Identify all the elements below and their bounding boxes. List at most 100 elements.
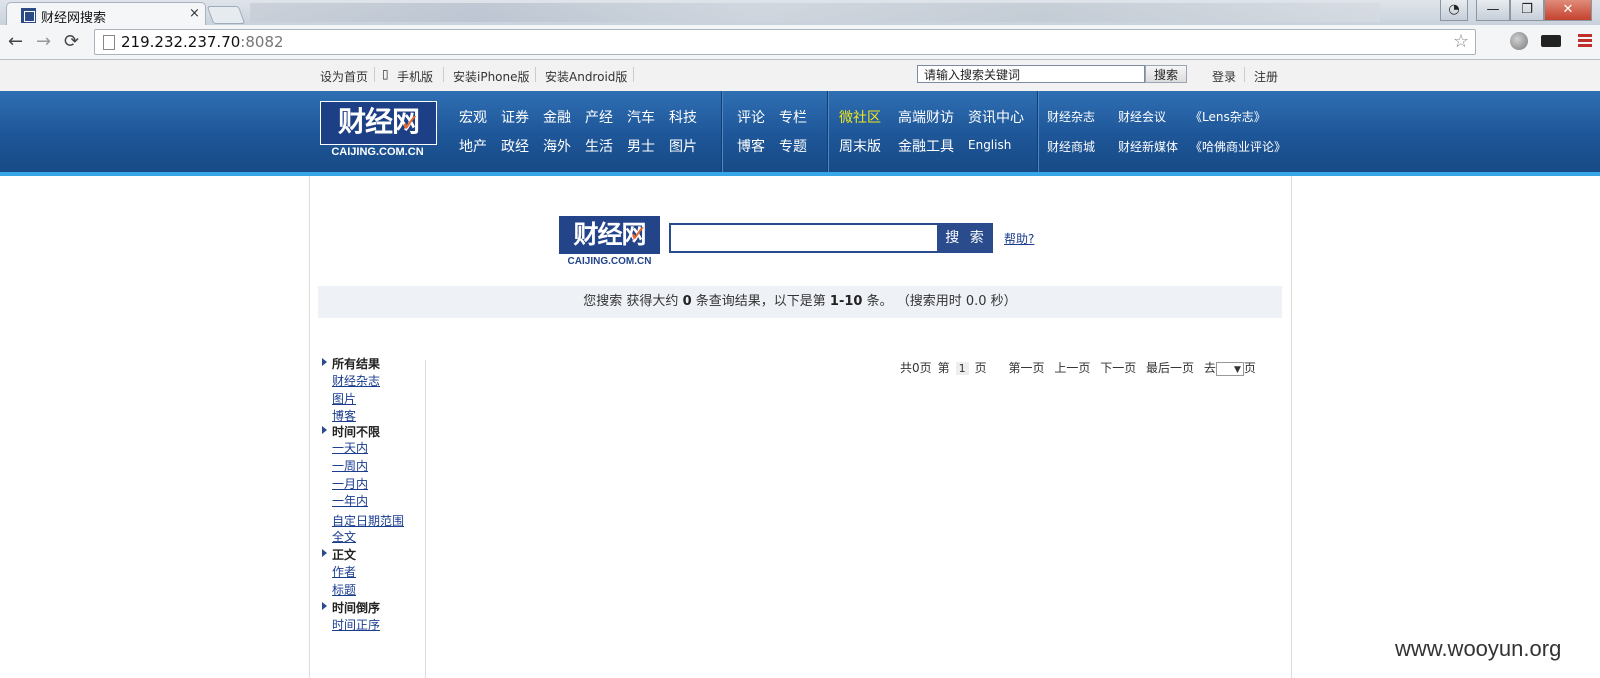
pager-total: 共0页 — [900, 361, 932, 375]
address-bar[interactable]: 219.232.237.70:8082 ☆ — [94, 29, 1476, 55]
nav-link[interactable]: 高端财访 — [898, 107, 954, 127]
help-link[interactable]: 帮助? — [1004, 230, 1034, 247]
watermark: www.wooyun.org — [1395, 636, 1562, 661]
filter-custom-range[interactable]: 自定日期范围 — [332, 512, 404, 529]
site-favicon-icon — [21, 8, 36, 23]
forward-icon[interactable]: → — [36, 31, 51, 52]
tab-active[interactable]: 财经网搜索 × — [6, 2, 206, 26]
back-icon[interactable]: ← — [8, 31, 23, 52]
minimize-button[interactable]: — — [1476, 0, 1510, 21]
nav-link[interactable]: 财经会议 — [1118, 108, 1166, 125]
filter-day[interactable]: 一天内 — [332, 439, 368, 456]
maximize-button[interactable]: ❐ — [1510, 0, 1544, 21]
mobile-version-link[interactable]: 手机版 — [397, 68, 433, 85]
nav-link[interactable]: 图片 — [669, 136, 697, 156]
filter-title[interactable]: 标题 — [332, 581, 356, 598]
nav-link[interactable]: 《Lens杂志》 — [1190, 108, 1266, 125]
filter-week[interactable]: 一周内 — [332, 457, 368, 474]
search-logo-subtitle: CAIJING.COM.CN — [567, 256, 652, 267]
header-search-input[interactable]: 请输入搜索关键词 — [917, 65, 1145, 83]
close-window-button[interactable]: ✕ — [1544, 0, 1592, 21]
new-tab-button[interactable] — [206, 6, 246, 24]
filter-month[interactable]: 一月内 — [332, 475, 368, 492]
search-logo[interactable]: 财经网 ✓ CAIJING.COM.CN — [559, 216, 660, 268]
nav-link[interactable]: 地产 — [459, 136, 487, 156]
filter-sidebar: 所有结果 财经杂志 图片 博客 时间不限 一天内 一周内 一月内 一年内 自定日… — [321, 357, 426, 678]
nav-link[interactable]: 财经杂志 — [1047, 108, 1095, 125]
filter-time-any[interactable]: 时间不限 — [321, 423, 380, 440]
nav-link-community[interactable]: 微社区 — [839, 107, 881, 127]
nav-link[interactable]: 男士 — [627, 136, 655, 156]
search-logo-check-icon: ✓ — [629, 222, 648, 247]
pager-next[interactable]: 下一页 — [1100, 361, 1136, 375]
filter-all-results[interactable]: 所有结果 — [321, 355, 380, 372]
pager-prev[interactable]: 上一页 — [1054, 361, 1090, 375]
address-host: 219.232.237.70 — [121, 33, 241, 51]
filter-body[interactable]: 正文 — [321, 546, 356, 563]
main-search-button[interactable]: 搜 索 — [939, 223, 993, 253]
install-iphone-link[interactable]: 安装iPhone版 — [453, 68, 530, 85]
nav-link[interactable]: 博客 — [737, 136, 765, 156]
nav-link[interactable]: 专栏 — [779, 107, 807, 127]
nav-link[interactable]: 汽车 — [627, 107, 655, 127]
nav-link[interactable]: 宏观 — [459, 107, 487, 127]
nav-link[interactable]: 金融工具 — [898, 136, 954, 156]
nav-link[interactable]: 科技 — [669, 107, 697, 127]
register-link[interactable]: 注册 — [1254, 68, 1278, 85]
nav-link[interactable]: 产经 — [585, 107, 613, 127]
nav-link[interactable]: 生活 — [585, 136, 613, 156]
filter-pictures[interactable]: 图片 — [332, 390, 356, 407]
nav-link[interactable]: 评论 — [737, 107, 765, 127]
nav-link[interactable]: 周末版 — [839, 136, 881, 156]
result-range: 1-10 — [829, 294, 863, 309]
filter-author[interactable]: 作者 — [332, 563, 356, 580]
nav-link[interactable]: 《哈佛商业评论》 — [1190, 138, 1286, 155]
pager-last[interactable]: 最后一页 — [1146, 361, 1194, 375]
nav-link-english[interactable]: English — [968, 138, 1011, 152]
nav-link[interactable]: 海外 — [543, 136, 571, 156]
nav-link[interactable]: 政经 — [501, 136, 529, 156]
login-link[interactable]: 登录 — [1212, 68, 1236, 85]
filter-fulltext[interactable]: 全文 — [332, 528, 356, 545]
address-url: 219.232.237.70:8082 — [121, 33, 284, 51]
set-homepage-link[interactable]: 设为首页 — [320, 68, 368, 85]
reload-icon[interactable]: ⟳ — [64, 31, 79, 52]
tab-title: 财经网搜索 — [41, 11, 107, 26]
nav-link[interactable]: 资讯中心 — [968, 107, 1024, 127]
extension-globe-icon[interactable] — [1510, 32, 1528, 50]
nav-divider — [721, 91, 723, 172]
nav-link[interactable]: 金融 — [543, 107, 571, 127]
extension-incognito-icon[interactable] — [1541, 35, 1561, 47]
browser-toolbar: ← → ⟳ 219.232.237.70:8082 ☆ — [0, 25, 1600, 60]
browser-menu-icon[interactable] — [1578, 34, 1592, 49]
result-post: 条。 （搜索用时 0.0 秒） — [866, 294, 1017, 309]
result-pre: 您搜索 获得大约 — [583, 294, 679, 309]
result-count: 0 — [682, 294, 692, 309]
pager-current: 1 — [955, 362, 969, 375]
filter-blog[interactable]: 博客 — [332, 407, 356, 424]
pager-goto: 去 — [1203, 361, 1216, 375]
sort-time-asc[interactable]: 时间正序 — [332, 616, 380, 633]
main-search-input[interactable] — [669, 223, 939, 253]
result-summary: 您搜索 获得大约 0 条查询结果，以下是第 1-10 条。 （搜索用时 0.0 … — [318, 286, 1282, 318]
logo-subtitle: CAIJING.COM.CN — [331, 146, 424, 158]
caijing-logo[interactable]: 财经网 ✓ CAIJING.COM.CN — [320, 101, 437, 159]
bookmark-star-icon[interactable]: ☆ — [1453, 31, 1469, 52]
header-search-button[interactable]: 搜索 — [1145, 65, 1187, 83]
pager-first[interactable]: 第一页 — [1009, 361, 1045, 375]
nav-link[interactable]: 财经新媒体 — [1118, 138, 1178, 155]
tab-close-icon[interactable]: × — [189, 6, 200, 21]
user-profile-icon[interactable]: ◔ — [1440, 0, 1468, 21]
filter-year[interactable]: 一年内 — [332, 492, 368, 509]
page-select-dropdown[interactable]: ▼ — [1215, 361, 1244, 376]
filter-magazine[interactable]: 财经杂志 — [332, 372, 380, 389]
pagination: 共0页第 1 页 第一页 上一页 下一页 最后一页 去 ▼ 页 — [900, 359, 1262, 376]
nav-link[interactable]: 财经商城 — [1047, 138, 1095, 155]
nav-divider — [1037, 91, 1039, 172]
blurred-tabs — [250, 3, 1380, 22]
nav-link[interactable]: 证券 — [501, 107, 529, 127]
install-android-link[interactable]: 安装Android版 — [545, 68, 627, 85]
mobile-phone-icon: ▯ — [382, 67, 389, 81]
sort-time-desc[interactable]: 时间倒序 — [321, 599, 380, 616]
nav-link[interactable]: 专题 — [779, 136, 807, 156]
